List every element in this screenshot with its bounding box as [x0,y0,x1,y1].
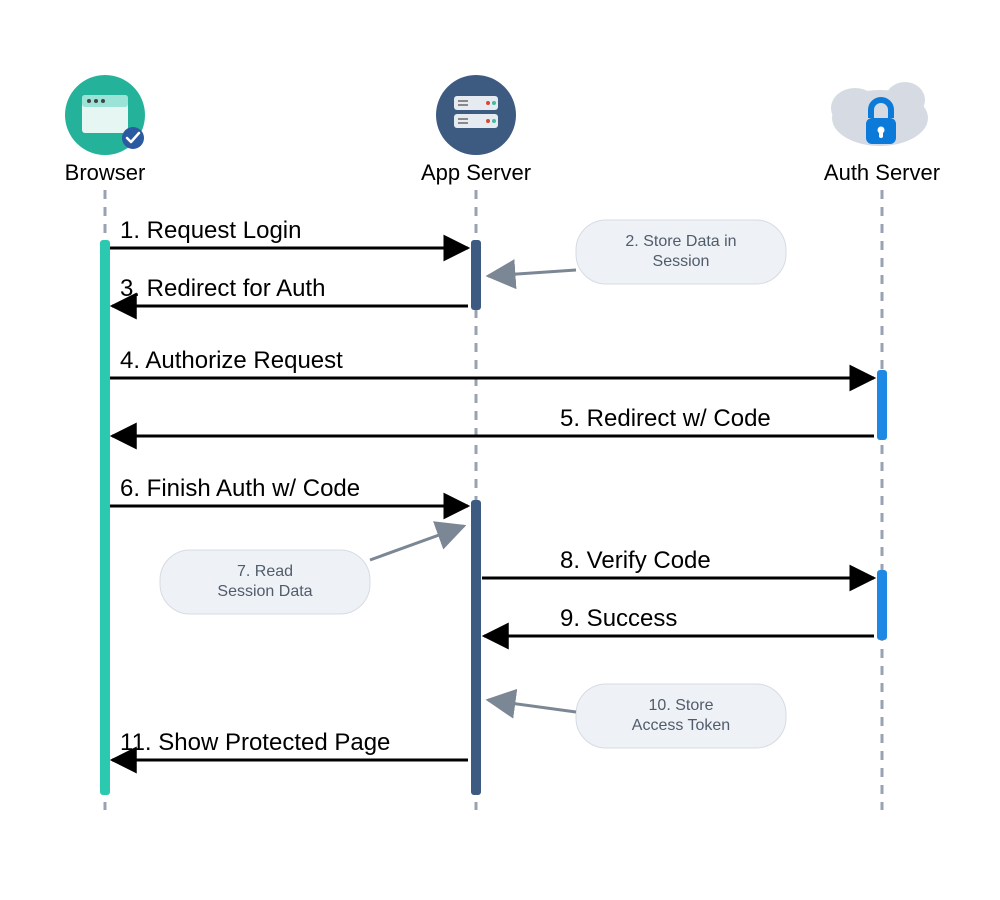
note-arrow-2 [488,270,576,276]
note-arrow-7 [370,526,464,560]
note-store-token: 10. Store Access Token [488,684,786,748]
label-show-page: 11. Show Protected Page [120,729,390,756]
activation-auth-server-bottom [877,570,887,640]
svg-text:Session Data: Session Data [217,583,312,600]
svg-text:2. Store Data in: 2. Store Data in [625,233,736,250]
label-redirect-code: 5. Redirect w/ Code [560,405,771,432]
actor-auth-server-label: Auth Server [824,160,940,185]
actor-browser-label: Browser [65,160,146,185]
activation-auth-server-top [877,370,887,440]
label-finish-auth: 6. Finish Auth w/ Code [120,475,360,502]
actor-browser: Browser [65,75,146,185]
activation-browser [100,240,110,795]
note-read-session: 7. Read Session Data [160,526,464,614]
actor-app-server: App Server [421,75,531,185]
label-authorize-request: 4. Authorize Request [120,347,343,374]
svg-text:10. Store: 10. Store [649,697,714,714]
actor-app-server-label: App Server [421,160,531,185]
sequence-diagram: Browser App Server Auth Server [0,0,1000,900]
label-success: 9. Success [560,605,677,632]
label-request-login: 1. Request Login [120,217,301,244]
note-arrow-10 [488,700,576,712]
activation-app-server-top [471,240,481,310]
svg-text:Access Token: Access Token [632,717,730,734]
svg-text:7. Read: 7. Read [237,563,293,580]
label-redirect-auth: 3. Redirect for Auth [120,275,325,302]
svg-text:Session: Session [653,253,710,270]
activation-app-server-bottom [471,500,481,795]
label-verify-code: 8. Verify Code [560,547,711,574]
note-store-session: 2. Store Data in Session [488,220,786,284]
actor-auth-server: Auth Server [824,82,940,185]
